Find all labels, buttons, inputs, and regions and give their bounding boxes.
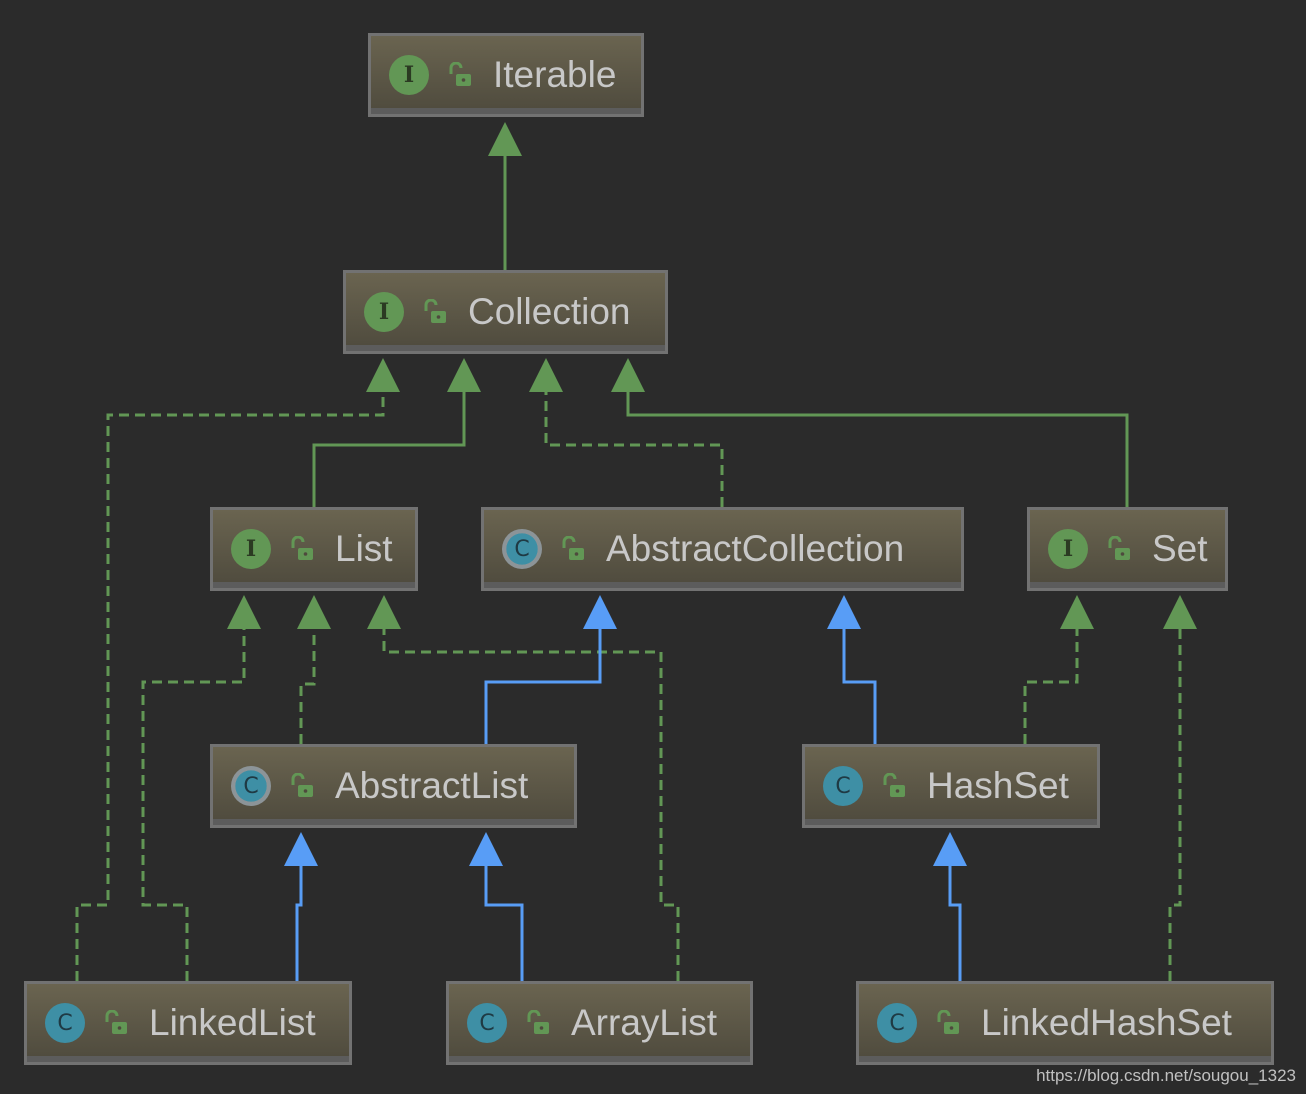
edge-LinkedList-to-Collection xyxy=(75,392,385,981)
edge-Set-to-Collection xyxy=(626,392,1129,507)
node-label: Iterable xyxy=(493,54,617,95)
edge-ArrayList-to-AbstractList xyxy=(484,866,524,981)
node-AbstractList[interactable]: C AbstractList xyxy=(210,744,577,828)
arrowhead-AbstractList-to-List xyxy=(297,595,331,629)
edge-AbstractList-to-AbstractCollection xyxy=(484,629,602,744)
arrowhead-LinkedHashSet-to-HashSet xyxy=(933,832,967,866)
class-badge-icon: C xyxy=(467,1003,507,1043)
watermark: https://blog.csdn.net/sougou_1323 xyxy=(1036,1066,1296,1085)
node-Iterable[interactable]: I Iterable xyxy=(368,33,644,117)
node-Set[interactable]: I Set xyxy=(1027,507,1228,591)
abstract-badge-icon: C xyxy=(502,529,542,569)
edge-HashSet-to-AbstractCollection xyxy=(842,629,877,744)
node-label: Collection xyxy=(468,291,631,332)
interface-badge-icon: I xyxy=(389,55,429,95)
arrowhead-AbstractCollection-to-Collection xyxy=(529,358,563,392)
class-badge-icon: C xyxy=(877,1003,917,1043)
open-lock-icon xyxy=(291,773,313,797)
arrowhead-ArrayList-to-List xyxy=(367,595,401,629)
edge-List-to-Collection xyxy=(312,392,466,507)
edge-HashSet-to-Set xyxy=(1023,629,1079,744)
edge-AbstractCollection-to-Collection xyxy=(544,392,724,507)
node-label: ArrayList xyxy=(571,1002,717,1043)
open-lock-icon xyxy=(105,1010,127,1034)
interface-badge-icon: I xyxy=(364,292,404,332)
open-lock-icon xyxy=(527,1010,549,1034)
open-lock-icon xyxy=(1108,536,1130,560)
interface-badge-icon: I xyxy=(1048,529,1088,569)
node-ArrayList[interactable]: C ArrayList xyxy=(446,981,753,1065)
arrowhead-AbstractList-to-AbstractCollection xyxy=(583,595,617,629)
edge-LinkedHashSet-to-HashSet xyxy=(948,866,962,981)
open-lock-icon xyxy=(424,299,446,323)
node-List[interactable]: I List xyxy=(210,507,418,591)
edge-LinkedList-to-AbstractList xyxy=(295,866,303,981)
edge-AbstractList-to-List xyxy=(299,629,316,744)
node-label: HashSet xyxy=(927,765,1069,806)
arrowhead-List-to-Collection xyxy=(447,358,481,392)
arrowhead-LinkedList-to-AbstractList xyxy=(284,832,318,866)
edge-LinkedHashSet-to-Set xyxy=(1168,629,1182,981)
node-Collection[interactable]: I Collection xyxy=(343,270,668,354)
arrowhead-LinkedHashSet-to-Set xyxy=(1163,595,1197,629)
node-LinkedHashSet[interactable]: C LinkedHashSet xyxy=(856,981,1274,1065)
node-HashSet[interactable]: C HashSet xyxy=(802,744,1100,828)
node-AbstractCollection[interactable]: C AbstractCollection xyxy=(481,507,964,591)
node-label: AbstractCollection xyxy=(606,528,905,569)
arrowhead-Collection-to-Iterable xyxy=(488,122,522,156)
class-badge-icon: C xyxy=(823,766,863,806)
abstract-badge-icon: C xyxy=(231,766,271,806)
interface-badge-icon: I xyxy=(231,529,271,569)
class-badge-icon: C xyxy=(45,1003,85,1043)
open-lock-icon xyxy=(937,1010,959,1034)
node-label: Set xyxy=(1152,528,1208,569)
arrowhead-HashSet-to-Set xyxy=(1060,595,1094,629)
node-label: LinkedHashSet xyxy=(981,1002,1232,1043)
node-label: LinkedList xyxy=(149,1002,316,1043)
arrowhead-HashSet-to-AbstractCollection xyxy=(827,595,861,629)
arrowhead-LinkedList-to-Collection xyxy=(366,358,400,392)
open-lock-icon xyxy=(291,536,313,560)
node-label: List xyxy=(335,528,393,569)
arrowhead-LinkedList-to-List xyxy=(227,595,261,629)
open-lock-icon xyxy=(883,773,905,797)
arrowhead-Set-to-Collection xyxy=(611,358,645,392)
arrowhead-ArrayList-to-AbstractList xyxy=(469,832,503,866)
open-lock-icon xyxy=(562,536,584,560)
open-lock-icon xyxy=(449,62,471,86)
node-label: AbstractList xyxy=(335,765,529,806)
node-LinkedList[interactable]: C LinkedList xyxy=(24,981,352,1065)
